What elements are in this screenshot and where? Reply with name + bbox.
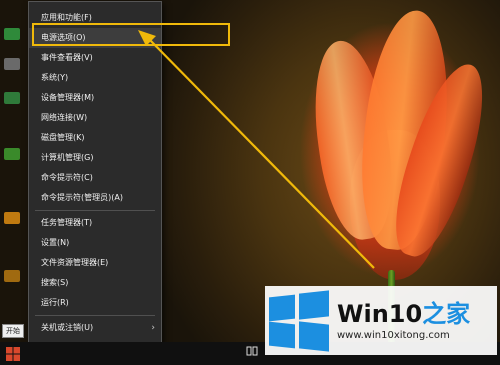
start-tooltip: 开始 — [2, 324, 24, 338]
menu-item-settings[interactable]: 设置(N) — [29, 233, 161, 253]
chevron-right-icon: › — [151, 323, 155, 333]
desktop-app-icon[interactable] — [4, 212, 20, 224]
menu-item-apps-features[interactable]: 应用和功能(F) — [29, 8, 161, 28]
menu-item-file-explorer[interactable]: 文件资源管理器(E) — [29, 253, 161, 273]
menu-item-task-manager[interactable]: 任务管理器(T) — [29, 213, 161, 233]
menu-separator — [35, 210, 155, 211]
watermark-url: www.win10xitong.com — [337, 330, 450, 341]
watermark-title-win10: Win10 — [337, 300, 423, 328]
desktop-app-icon[interactable] — [4, 92, 20, 104]
menu-item-shutdown[interactable]: 关机或注销(U) › — [29, 318, 161, 338]
menu-separator — [35, 315, 155, 316]
menu-item-shutdown-label: 关机或注销(U) — [41, 323, 94, 332]
menu-item-network-connections[interactable]: 网络连接(W) — [29, 108, 161, 128]
desktop-app-icon[interactable] — [4, 58, 20, 70]
task-view-icon[interactable] — [246, 345, 258, 357]
menu-item-event-viewer[interactable]: 事件查看器(V) — [29, 48, 161, 68]
menu-item-device-manager[interactable]: 设备管理器(M) — [29, 88, 161, 108]
menu-item-system[interactable]: 系统(Y) — [29, 68, 161, 88]
watermark: Win10之家 www.win10xitong.com — [265, 286, 497, 355]
watermark-title: Win10之家 — [337, 294, 470, 329]
winx-context-menu: 应用和功能(F) 电源选项(O) 事件查看器(V) 系统(Y) 设备管理器(M)… — [28, 1, 162, 362]
menu-item-power-options[interactable]: 电源选项(O) — [29, 28, 161, 48]
menu-item-disk-management[interactable]: 磁盘管理(K) — [29, 128, 161, 148]
desktop-icons-strip — [0, 0, 30, 340]
desktop-app-icon[interactable] — [4, 148, 20, 160]
menu-item-command-prompt[interactable]: 命令提示符(C) — [29, 168, 161, 188]
menu-item-search[interactable]: 搜索(S) — [29, 273, 161, 293]
menu-item-run[interactable]: 运行(R) — [29, 293, 161, 313]
desktop-app-icon[interactable] — [4, 28, 20, 40]
menu-item-command-prompt-admin[interactable]: 命令提示符(管理员)(A) — [29, 188, 161, 208]
windows-start-icon[interactable] — [6, 347, 20, 361]
windows-logo-icon — [269, 290, 329, 352]
watermark-title-zhijia: 之家 — [422, 300, 471, 328]
menu-item-computer-management[interactable]: 计算机管理(G) — [29, 148, 161, 168]
desktop-app-icon[interactable] — [4, 270, 20, 282]
